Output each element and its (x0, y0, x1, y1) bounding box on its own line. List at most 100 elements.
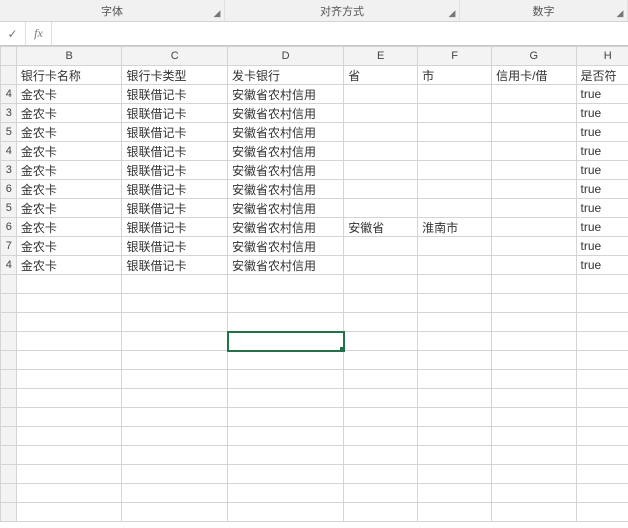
cell[interactable] (122, 427, 228, 446)
cell[interactable]: 银联借记卡 (122, 199, 228, 218)
cell[interactable] (344, 256, 418, 275)
cell[interactable] (418, 370, 492, 389)
row-header[interactable] (1, 332, 17, 351)
cell[interactable]: 淮南市 (418, 218, 492, 237)
cell[interactable] (492, 237, 576, 256)
cell[interactable] (16, 465, 122, 484)
cell[interactable] (344, 313, 418, 332)
row-header[interactable] (1, 313, 17, 332)
row-header[interactable]: 4 (1, 85, 17, 104)
cell[interactable]: 是否符 (576, 66, 628, 85)
cell[interactable] (16, 370, 122, 389)
cell[interactable] (492, 408, 576, 427)
cell[interactable] (418, 256, 492, 275)
cell[interactable]: 金农卡 (16, 85, 122, 104)
cell[interactable]: 安徽省农村信用 (228, 161, 344, 180)
column-header[interactable]: E (344, 47, 418, 66)
cell[interactable] (418, 332, 492, 351)
cell[interactable]: 银联借记卡 (122, 180, 228, 199)
cell[interactable] (418, 85, 492, 104)
cell[interactable]: true (576, 104, 628, 123)
cell[interactable] (122, 332, 228, 351)
cell[interactable] (16, 503, 122, 522)
cell[interactable] (228, 408, 344, 427)
row-header[interactable] (1, 427, 17, 446)
cell[interactable]: 金农卡 (16, 123, 122, 142)
row-header[interactable] (1, 484, 17, 503)
cell[interactable]: 金农卡 (16, 161, 122, 180)
cell[interactable] (492, 446, 576, 465)
cell[interactable] (576, 294, 628, 313)
column-header[interactable]: G (492, 47, 576, 66)
cell[interactable] (492, 351, 576, 370)
row-header[interactable]: 6 (1, 218, 17, 237)
dialog-launcher-icon[interactable]: ◢ (212, 9, 222, 19)
row-header[interactable]: 7 (1, 237, 17, 256)
cell[interactable] (492, 161, 576, 180)
cell[interactable] (122, 275, 228, 294)
formula-input[interactable] (52, 22, 628, 45)
row-header[interactable] (1, 465, 17, 484)
row-header[interactable] (1, 503, 17, 522)
cell[interactable] (344, 446, 418, 465)
row-header[interactable]: 3 (1, 161, 17, 180)
cell[interactable]: 银联借记卡 (122, 123, 228, 142)
cell[interactable] (16, 408, 122, 427)
cell[interactable] (122, 484, 228, 503)
cell[interactable] (576, 484, 628, 503)
cell[interactable]: 银行卡名称 (16, 66, 122, 85)
row-header[interactable]: 4 (1, 256, 17, 275)
cell[interactable] (344, 123, 418, 142)
cell[interactable] (418, 104, 492, 123)
cell[interactable] (492, 218, 576, 237)
dialog-launcher-icon[interactable]: ◢ (615, 9, 625, 19)
cell[interactable] (576, 275, 628, 294)
cell[interactable]: 金农卡 (16, 142, 122, 161)
cell[interactable] (344, 408, 418, 427)
cell[interactable] (418, 351, 492, 370)
cell[interactable]: 银联借记卡 (122, 218, 228, 237)
cell[interactable] (492, 389, 576, 408)
cell[interactable] (492, 294, 576, 313)
cell[interactable]: 市 (418, 66, 492, 85)
cell[interactable] (418, 294, 492, 313)
spreadsheet-grid[interactable]: BCDEFGH银行卡名称银行卡类型发卡银行省市信用卡/借是否符4金农卡银联借记卡… (0, 46, 628, 528)
cell[interactable]: true (576, 199, 628, 218)
insert-function-button[interactable]: fx (26, 22, 52, 45)
cell[interactable] (492, 313, 576, 332)
cell[interactable]: 安徽省农村信用 (228, 199, 344, 218)
cell[interactable] (576, 351, 628, 370)
cell[interactable]: 银联借记卡 (122, 104, 228, 123)
cell[interactable] (16, 427, 122, 446)
cell[interactable]: 金农卡 (16, 237, 122, 256)
cell[interactable] (122, 446, 228, 465)
cell[interactable] (492, 370, 576, 389)
cell[interactable] (418, 123, 492, 142)
cell[interactable] (228, 465, 344, 484)
cell[interactable] (16, 351, 122, 370)
cell[interactable] (344, 332, 418, 351)
cell[interactable]: 安徽省农村信用 (228, 142, 344, 161)
cell[interactable] (122, 408, 228, 427)
cell[interactable] (418, 503, 492, 522)
column-header[interactable]: B (16, 47, 122, 66)
row-header[interactable]: 6 (1, 180, 17, 199)
cell[interactable]: true (576, 256, 628, 275)
cell[interactable] (16, 484, 122, 503)
cell[interactable] (492, 484, 576, 503)
cell[interactable] (492, 332, 576, 351)
cell[interactable] (122, 465, 228, 484)
row-header[interactable]: 3 (1, 104, 17, 123)
cell[interactable] (228, 389, 344, 408)
cell[interactable] (228, 484, 344, 503)
cell[interactable] (228, 275, 344, 294)
cell[interactable] (228, 313, 344, 332)
cell[interactable] (228, 503, 344, 522)
cell[interactable]: 安徽省农村信用 (228, 104, 344, 123)
cell[interactable]: 信用卡/借 (492, 66, 576, 85)
cell[interactable] (122, 351, 228, 370)
column-header[interactable]: F (418, 47, 492, 66)
cell[interactable] (576, 465, 628, 484)
cell[interactable] (418, 180, 492, 199)
cell[interactable] (122, 389, 228, 408)
